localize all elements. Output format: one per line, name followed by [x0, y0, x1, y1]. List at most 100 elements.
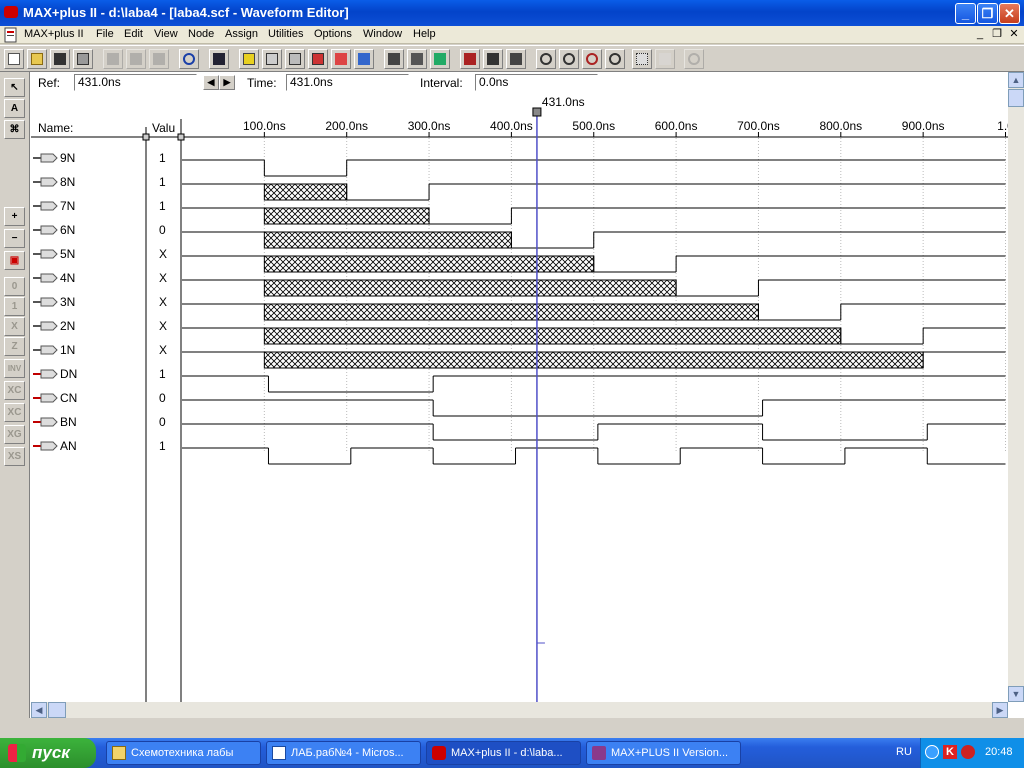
window-titlebar[interactable]: MAX+plus II - d:\laba4 - [laba4.scf - Wa… — [0, 0, 1024, 26]
scroll-up-button[interactable]: ▲ — [1008, 72, 1024, 88]
maxplus-app-icon[interactable] — [4, 6, 18, 18]
menu-assign[interactable]: Assign — [225, 28, 258, 40]
compile-button[interactable] — [331, 49, 351, 69]
cut-button[interactable] — [103, 49, 123, 69]
zoom-out-button[interactable]: − — [4, 229, 25, 248]
text-tool[interactable]: A — [4, 99, 25, 118]
start-button[interactable]: пуск — [0, 738, 96, 768]
grid-button[interactable] — [632, 49, 652, 69]
horizontal-scroll-thumb[interactable] — [48, 702, 66, 718]
waveform-canvas[interactable]: Name: Valu 100.0ns 200.0ns 300.0ns 400.0ns 50… — [31, 72, 1008, 702]
find-error-eye-button[interactable] — [582, 49, 602, 69]
undo-button[interactable] — [179, 49, 199, 69]
set-x-button[interactable]: X — [4, 317, 25, 336]
copy-button[interactable] — [126, 49, 146, 69]
column-resize-handle[interactable] — [177, 133, 185, 141]
scroll-left-button[interactable]: ◀ — [31, 702, 47, 718]
grid-disabled-button[interactable] — [655, 49, 675, 69]
column-resize-handle[interactable] — [142, 133, 150, 141]
task-maxplus-version[interactable]: MAX+PLUS II Version... — [586, 741, 741, 765]
help-pointer-button[interactable] — [209, 49, 229, 69]
paste-button[interactable] — [149, 49, 169, 69]
signal-row-3n[interactable]: 3N X — [33, 295, 167, 309]
set-z-button[interactable]: Z — [4, 337, 25, 356]
tray-arrow-icon[interactable] — [925, 745, 939, 759]
signal-value: 1 — [159, 367, 166, 381]
print-button[interactable] — [73, 49, 93, 69]
time-tick-label: 400.0ns — [490, 119, 533, 133]
scroll-right-button[interactable]: ▶ — [992, 702, 1008, 718]
overwrite-sequence-button[interactable]: XS — [4, 447, 25, 466]
set-1-button[interactable]: 1 — [4, 297, 25, 316]
input-pin-icon — [40, 393, 58, 403]
signal-row-4n[interactable]: 4N X — [33, 271, 167, 285]
menu-maxplus[interactable]: MAX+plus II — [24, 28, 84, 40]
set-0-button[interactable]: 0 — [4, 277, 25, 296]
overwrite-clock-button[interactable]: XC — [4, 381, 25, 400]
node-tool[interactable]: ⌘ — [4, 120, 25, 139]
antivirus-k-icon[interactable]: K — [943, 745, 957, 759]
hierarchy-display-button[interactable] — [384, 49, 404, 69]
save-button[interactable] — [50, 49, 70, 69]
time-cursor-handle[interactable] — [532, 107, 542, 117]
waveform-area[interactable]: Ref: 431.0ns ◀ ▶ Time: 431.0ns Interval:… — [31, 72, 1008, 702]
project-name-button[interactable] — [308, 49, 328, 69]
waveform-3n[interactable] — [182, 303, 1006, 321]
vertical-scroll-thumb[interactable] — [1008, 89, 1024, 107]
maximize-button[interactable]: ❐ — [977, 3, 998, 24]
menu-options[interactable]: Options — [314, 28, 352, 40]
find-eye-button[interactable] — [536, 49, 556, 69]
compiler-button[interactable] — [460, 49, 480, 69]
open-project-button[interactable] — [262, 49, 282, 69]
close-button[interactable]: ✕ — [999, 3, 1020, 24]
task-word[interactable]: ЛАБ.раб№4 - Micros... — [266, 741, 421, 765]
language-indicator[interactable]: RU — [896, 746, 912, 758]
menu-view[interactable]: View — [154, 28, 178, 40]
scroll-down-button[interactable]: ▼ — [1008, 686, 1024, 702]
waveform-4n[interactable] — [182, 279, 1006, 297]
floorplan-button[interactable] — [407, 49, 427, 69]
mdi-close-button[interactable]: ✕ — [1006, 27, 1022, 42]
menu-help[interactable]: Help — [413, 28, 436, 40]
menu-edit[interactable]: Edit — [124, 28, 143, 40]
hierarchy-up-button[interactable] — [239, 49, 259, 69]
menu-window[interactable]: Window — [363, 28, 402, 40]
fit-window-button[interactable]: ▣ — [4, 251, 25, 270]
mdi-minimize-button[interactable]: _ — [972, 27, 988, 42]
overwrite-count-button[interactable]: XC — [4, 403, 25, 422]
locate-eye-button[interactable] — [605, 49, 625, 69]
search-disabled-button[interactable] — [684, 49, 704, 69]
pointer-tool[interactable]: ↖ — [4, 78, 25, 97]
waveform-6n[interactable] — [182, 231, 1006, 249]
shield-icon[interactable] — [961, 745, 975, 759]
waveform-1n[interactable] — [182, 351, 1006, 369]
invert-button[interactable]: INV — [4, 359, 25, 378]
waveform-2n[interactable] — [182, 327, 1006, 345]
simulator-button[interactable] — [483, 49, 503, 69]
waveform-5n[interactable] — [182, 255, 1006, 273]
minimize-button[interactable]: _ — [955, 3, 976, 24]
horizontal-scrollbar[interactable]: ◀ ▶ — [31, 702, 1008, 718]
menu-file[interactable]: File — [96, 28, 114, 40]
task-explorer[interactable]: Схемотехника лабы — [106, 741, 261, 765]
zoom-in-button[interactable]: + — [4, 207, 25, 226]
find-next-eye-button[interactable] — [559, 49, 579, 69]
menu-node[interactable]: Node — [188, 28, 214, 40]
save-check-button[interactable] — [285, 49, 305, 69]
open-file-button[interactable] — [27, 49, 47, 69]
simulate-button[interactable] — [354, 49, 374, 69]
menu-utilities[interactable]: Utilities — [268, 28, 303, 40]
overwrite-group-button[interactable]: XG — [4, 425, 25, 444]
signal-row-1n[interactable]: 1N X — [33, 343, 167, 357]
vertical-scrollbar[interactable]: ▲ ▼ — [1008, 72, 1024, 702]
mdi-restore-button[interactable]: ❐ — [989, 27, 1005, 42]
new-file-button[interactable] — [4, 49, 24, 69]
tree-button[interactable] — [430, 49, 450, 69]
task-maxplus[interactable]: MAX+plus II - d:\laba... — [426, 741, 581, 765]
timing-analyzer-button[interactable] — [506, 49, 526, 69]
signal-row-2n[interactable]: 2N X — [33, 319, 167, 333]
main-toolbar — [0, 45, 1024, 72]
signal-value: X — [159, 271, 167, 285]
signal-row-5n[interactable]: 5N X — [33, 247, 167, 261]
document-icon[interactable] — [3, 27, 19, 43]
